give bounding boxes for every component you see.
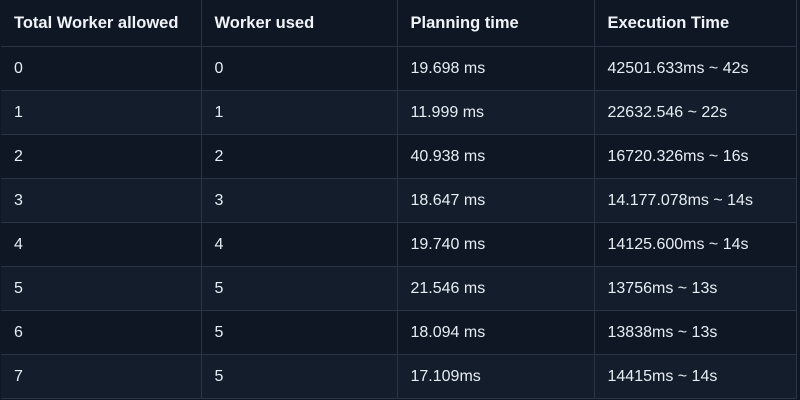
cell-planning-time: 18.094 ms — [396, 310, 595, 355]
header-worker-used: Worker used — [200, 0, 398, 47]
cell-total-worker-allowed: 5 — [1, 266, 202, 311]
cell-execution-time: 16720.326ms ~ 16s — [593, 134, 797, 179]
cell-execution-time: 22632.546 ~ 22s — [593, 90, 797, 135]
table-row: 4 4 19.740 ms 14125.600ms ~ 14s — [1, 222, 797, 267]
table-row: 5 5 21.546 ms 13756ms ~ 13s — [1, 266, 797, 311]
cell-planning-time: 19.740 ms — [396, 222, 595, 267]
cell-planning-time: 18.647 ms — [396, 178, 595, 223]
cell-execution-time: 14.177.078ms ~ 14s — [593, 178, 797, 223]
cell-planning-time: 11.999 ms — [396, 90, 595, 135]
cell-total-worker-allowed: 6 — [1, 310, 202, 355]
cell-execution-time: 42501.633ms ~ 42s — [593, 46, 797, 91]
cell-total-worker-allowed: 0 — [1, 46, 202, 91]
cell-worker-used: 1 — [200, 90, 398, 135]
table-row: 2 2 40.938 ms 16720.326ms ~ 16s — [1, 134, 797, 179]
table-row: 3 3 18.647 ms 14.177.078ms ~ 14s — [1, 178, 797, 223]
table-row: 6 5 18.094 ms 13838ms ~ 13s — [1, 310, 797, 355]
cell-worker-used: 3 — [200, 178, 398, 223]
worker-timing-table: Total Worker allowed Worker used Plannin… — [1, 0, 797, 399]
table-header: Total Worker allowed Worker used Plannin… — [1, 0, 797, 47]
cell-worker-used: 5 — [200, 354, 398, 399]
cell-planning-time: 19.698 ms — [396, 46, 595, 91]
table-container: Total Worker allowed Worker used Plannin… — [0, 0, 800, 400]
cell-worker-used: 4 — [200, 222, 398, 267]
table-row: 0 0 19.698 ms 42501.633ms ~ 42s — [1, 46, 797, 91]
cell-execution-time: 13838ms ~ 13s — [593, 310, 797, 355]
cell-planning-time: 21.546 ms — [396, 266, 595, 311]
cell-total-worker-allowed: 7 — [1, 354, 202, 399]
table-row: 1 1 11.999 ms 22632.546 ~ 22s — [1, 90, 797, 135]
table-body: 0 0 19.698 ms 42501.633ms ~ 42s 1 1 11.9… — [1, 46, 797, 399]
cell-worker-used: 5 — [200, 310, 398, 355]
cell-total-worker-allowed: 2 — [1, 134, 202, 179]
cell-total-worker-allowed: 3 — [1, 178, 202, 223]
cell-worker-used: 0 — [200, 46, 398, 91]
cell-worker-used: 2 — [200, 134, 398, 179]
cell-total-worker-allowed: 1 — [1, 90, 202, 135]
header-execution-time: Execution Time — [593, 0, 797, 47]
cell-planning-time: 40.938 ms — [396, 134, 595, 179]
header-planning-time: Planning time — [396, 0, 595, 47]
header-total-worker-allowed: Total Worker allowed — [1, 0, 202, 47]
table-row: 7 5 17.109ms 14415ms ~ 14s — [1, 354, 797, 399]
cell-execution-time: 14125.600ms ~ 14s — [593, 222, 797, 267]
cell-execution-time: 13756ms ~ 13s — [593, 266, 797, 311]
cell-planning-time: 17.109ms — [396, 354, 595, 399]
header-row: Total Worker allowed Worker used Plannin… — [1, 0, 797, 47]
cell-worker-used: 5 — [200, 266, 398, 311]
cell-execution-time: 14415ms ~ 14s — [593, 354, 797, 399]
cell-total-worker-allowed: 4 — [1, 222, 202, 267]
